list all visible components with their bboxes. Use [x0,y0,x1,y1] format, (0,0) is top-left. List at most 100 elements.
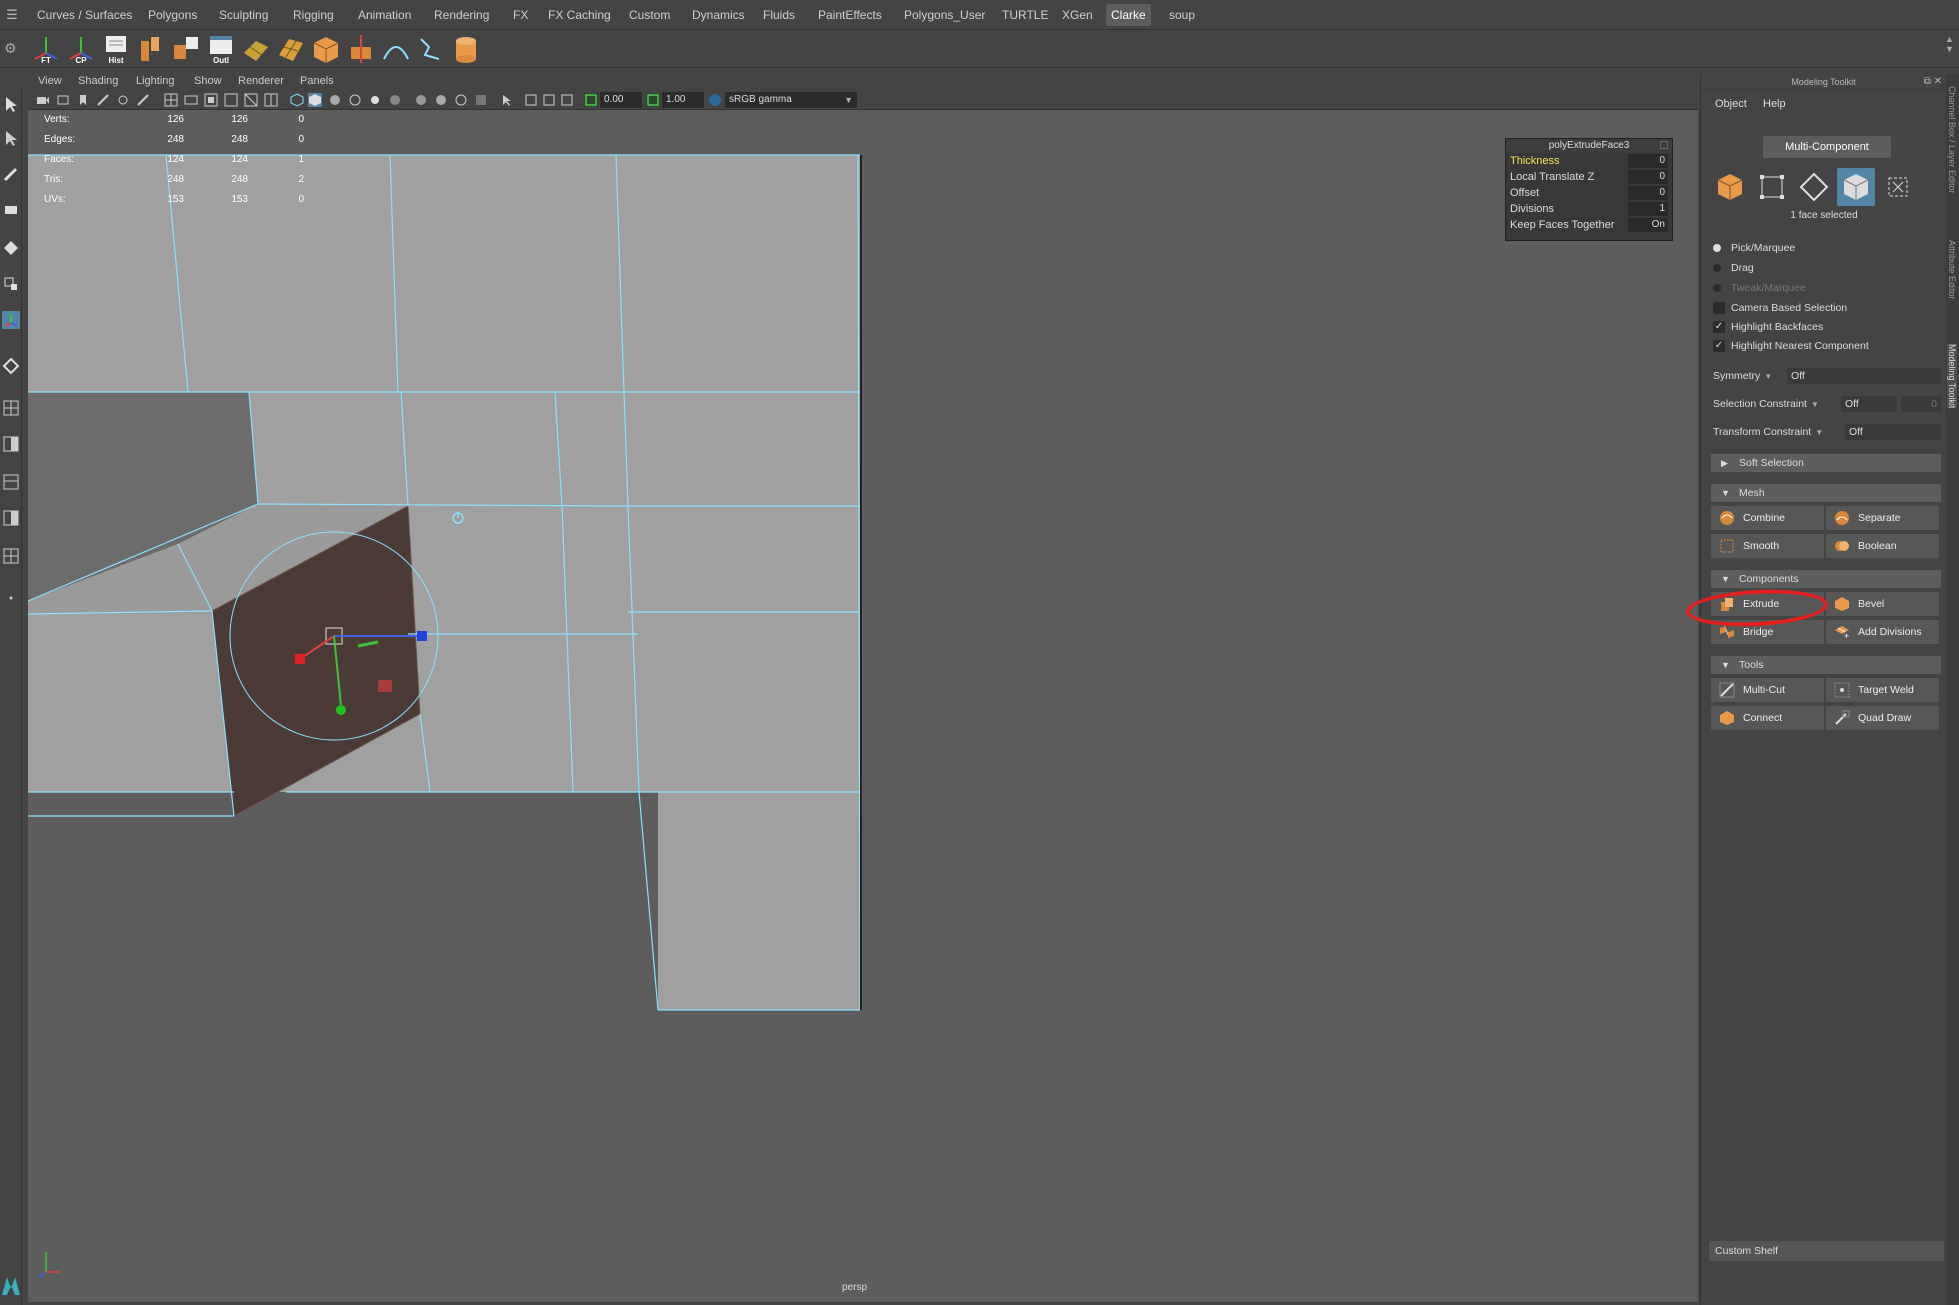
transform-constraint-option[interactable]: Transform Constraint ▼ Off [1713,424,1941,440]
viewport-persp[interactable]: View Shading Lighting Show Renderer Pane… [28,74,1698,1302]
tab-custom[interactable]: Custom [624,4,675,26]
tab-dynamics[interactable]: Dynamics [687,4,750,26]
move-tool-icon[interactable] [2,201,20,219]
layout-single-icon[interactable] [2,399,20,417]
symmetry-option[interactable]: Symmetry ▼ Off [1713,368,1941,384]
mesh-geometry[interactable] [28,74,1698,1302]
close-icon[interactable] [1660,141,1668,149]
combine-button[interactable]: Combine [1711,506,1824,530]
radio-pick-marquee[interactable]: Pick/Marquee [1713,240,1795,256]
smooth-shade-icon[interactable] [308,93,322,107]
chevron-down-icon[interactable]: ▼ [1764,372,1772,381]
tab-curves-surfaces[interactable]: Curves / Surfaces [32,4,137,26]
tab-attribute-editor[interactable]: Attribute Editor [1947,240,1957,300]
exposure-icon[interactable] [584,93,598,107]
shelf-gear-icon[interactable]: ⚙ [4,40,17,57]
checkbox[interactable]: ✓ [1713,340,1725,352]
edge-mode-icon[interactable] [1795,168,1833,206]
checkbox[interactable] [1713,302,1725,314]
scale-tool-icon[interactable] [2,275,20,293]
layout-persp-icon[interactable] [2,509,20,527]
gamma-icon[interactable] [646,93,660,107]
menu-lighting[interactable]: Lighting [136,75,175,87]
smooth-button[interactable]: Smooth [1711,534,1824,558]
tab-polygons-user[interactable]: Polygons_User [899,4,990,26]
depth-of-field-icon[interactable] [474,93,488,107]
wireframe-icon[interactable] [290,93,304,107]
ive-row-thickness[interactable]: Thickness 0 [1506,153,1672,169]
tab-polygons[interactable]: Polygons [143,4,202,26]
chevron-down-icon[interactable]: ▼ [1815,428,1823,437]
default-material-icon[interactable] [328,93,342,107]
menu-object[interactable]: Object [1715,98,1747,110]
exposure-field[interactable]: 0.00 [600,92,642,108]
lasso-tool-icon[interactable] [2,129,20,147]
bevel-button[interactable]: Bevel [1826,592,1939,616]
tab-fx-caching[interactable]: FX Caching [543,4,616,26]
ive-value[interactable]: 0 [1628,170,1668,184]
freeze-transform-icon[interactable]: FT [30,33,62,65]
vertex-mode-icon[interactable] [1753,168,1791,206]
lights-icon[interactable] [368,93,382,107]
menu-panels[interactable]: Panels [300,75,334,87]
delete-history-icon[interactable]: Hist [100,33,132,65]
check-camera-based[interactable]: Camera Based Selection [1713,300,1847,316]
ive-row-offset[interactable]: Offset 0 [1506,185,1672,201]
multi-cut-button[interactable]: Multi-Cut [1711,678,1824,702]
tab-channel-box[interactable]: Channel Box / Layer Editor [1947,86,1957,194]
menu-show[interactable]: Show [194,75,222,87]
checkbox[interactable]: ✓ [1713,321,1725,333]
ive-value[interactable]: 0 [1628,186,1668,200]
path-tool-icon[interactable] [415,33,447,65]
toolbox-more-icon[interactable] [2,589,20,607]
boolean-button[interactable]: Boolean [1826,534,1939,558]
ive-row-keep-faces-together[interactable]: Keep Faces Together On [1506,217,1672,233]
selection-constraint-number[interactable]: 0 [1901,396,1941,412]
shelf-scroll-icon[interactable]: ▲ ▼ [1945,34,1955,54]
xray-icon[interactable] [524,93,538,107]
ive-value[interactable]: On [1628,218,1668,232]
object-mode-icon[interactable] [1711,168,1749,206]
uv-layout-icon[interactable] [240,33,272,65]
grease-pencil-icon[interactable] [136,93,150,107]
tab-sculpting[interactable]: Sculpting [214,4,273,26]
tab-painteffects[interactable]: PaintEffects [813,4,887,26]
radio-dot[interactable] [1713,244,1721,252]
shelf-menu-icon[interactable]: ☰ [4,8,20,22]
mirror-tool-icon[interactable] [345,33,377,65]
symmetry-value[interactable]: Off [1787,368,1941,384]
tab-turtle[interactable]: TURTLE [997,4,1053,26]
cylinder-icon[interactable] [450,33,482,65]
ive-value[interactable]: 1 [1628,202,1668,216]
layout-two-icon[interactable] [2,435,20,453]
section-soft-selection[interactable]: ▶ Soft Selection [1711,454,1941,472]
check-highlight-backfaces[interactable]: ✓ Highlight Backfaces [1713,319,1823,335]
check-highlight-nearest[interactable]: ✓ Highlight Nearest Component [1713,338,1869,354]
field-chart-icon[interactable] [244,93,258,107]
colorspace-dropdown[interactable]: sRGB gamma ▼ [725,92,857,108]
grid-icon[interactable] [164,93,178,107]
radio-tweak-marquee[interactable]: Tweak/Marquee [1713,280,1806,296]
tab-modeling-toolkit[interactable]: Modeling Toolkit [1947,344,1957,409]
outliner-icon[interactable]: Outl [205,33,237,65]
tab-rigging[interactable]: Rigging [288,4,339,26]
uv-mode-icon[interactable] [1879,168,1917,206]
anti-alias-icon[interactable] [454,93,468,107]
panel-float-close-icon[interactable]: ⧉ ✕ [1924,76,1942,87]
quad-draw-button[interactable]: Quad Draw [1826,706,1939,730]
2d-pan-icon[interactable] [116,93,130,107]
snap-tool-icon[interactable] [2,357,20,375]
section-tools[interactable]: ▼ Tools [1711,656,1941,674]
face-mode-icon[interactable] [1837,168,1875,206]
image-plane-icon[interactable] [96,93,110,107]
menu-help[interactable]: Help [1763,98,1786,110]
custom-shelf-bar[interactable]: Custom Shelf [1709,1241,1944,1261]
geometry-tool-icon[interactable] [135,33,167,65]
separate-button[interactable]: Separate [1826,506,1939,530]
tab-xgen[interactable]: XGen [1057,4,1098,26]
camera-attr-icon[interactable] [56,93,70,107]
radio-dot[interactable] [1713,284,1721,292]
xray-joints-icon[interactable] [542,93,556,107]
select-tool-icon[interactable] [2,95,20,113]
ive-row-local-translate-z[interactable]: Local Translate Z 0 [1506,169,1672,185]
